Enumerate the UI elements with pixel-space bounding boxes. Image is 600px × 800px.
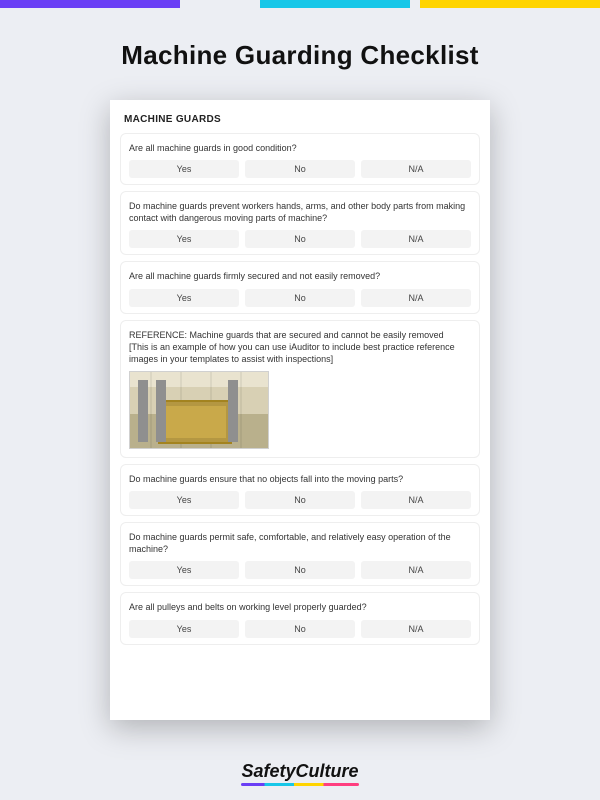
- question-text: Do machine guards prevent workers hands,…: [129, 200, 471, 224]
- reference-line1: REFERENCE: Machine guards that are secur…: [129, 330, 444, 340]
- stripe-gap: [180, 0, 260, 8]
- option-no[interactable]: No: [245, 289, 355, 307]
- reference-image: [129, 371, 269, 449]
- option-na[interactable]: N/A: [361, 230, 471, 248]
- question-block: Are all machine guards in good condition…: [120, 133, 480, 185]
- option-yes[interactable]: Yes: [129, 289, 239, 307]
- option-row: Yes No N/A: [129, 491, 471, 509]
- section-title: MACHINE GUARDS: [120, 110, 480, 133]
- footer-logo: SafetyCulture: [0, 761, 600, 782]
- option-no[interactable]: No: [245, 160, 355, 178]
- question-block: Are all machine guards firmly secured an…: [120, 261, 480, 313]
- option-row: Yes No N/A: [129, 230, 471, 248]
- option-na[interactable]: N/A: [361, 620, 471, 638]
- option-na[interactable]: N/A: [361, 561, 471, 579]
- option-na[interactable]: N/A: [361, 289, 471, 307]
- option-no[interactable]: No: [245, 620, 355, 638]
- option-yes[interactable]: Yes: [129, 491, 239, 509]
- question-block: Do machine guards permit safe, comfortab…: [120, 522, 480, 586]
- option-no[interactable]: No: [245, 491, 355, 509]
- option-row: Yes No N/A: [129, 289, 471, 307]
- question-text: Do machine guards permit safe, comfortab…: [129, 531, 471, 555]
- stripe-yellow: [420, 0, 600, 8]
- reference-block: REFERENCE: Machine guards that are secur…: [120, 320, 480, 458]
- option-row: Yes No N/A: [129, 561, 471, 579]
- option-no[interactable]: No: [245, 230, 355, 248]
- question-block: Are all pulleys and belts on working lev…: [120, 592, 480, 644]
- option-yes[interactable]: Yes: [129, 561, 239, 579]
- top-accent-stripe: [0, 0, 600, 8]
- question-block: Do machine guards ensure that no objects…: [120, 464, 480, 516]
- option-no[interactable]: No: [245, 561, 355, 579]
- question-text: Do machine guards ensure that no objects…: [129, 473, 471, 485]
- option-row: Yes No N/A: [129, 620, 471, 638]
- question-text: Are all machine guards in good condition…: [129, 142, 471, 154]
- question-text: Are all pulleys and belts on working lev…: [129, 601, 471, 613]
- brand-name: SafetyCulture: [241, 761, 358, 782]
- option-na[interactable]: N/A: [361, 160, 471, 178]
- stripe-cyan: [260, 0, 410, 8]
- reference-text: REFERENCE: Machine guards that are secur…: [129, 329, 471, 365]
- stripe-purple: [0, 0, 180, 8]
- option-na[interactable]: N/A: [361, 491, 471, 509]
- option-row: Yes No N/A: [129, 160, 471, 178]
- stripe-gap: [410, 0, 420, 8]
- page-title: Machine Guarding Checklist: [0, 40, 600, 71]
- option-yes[interactable]: Yes: [129, 160, 239, 178]
- option-yes[interactable]: Yes: [129, 620, 239, 638]
- question-text: Are all machine guards firmly secured an…: [129, 270, 471, 282]
- question-block: Do machine guards prevent workers hands,…: [120, 191, 480, 255]
- checklist-card: MACHINE GUARDS Are all machine guards in…: [110, 100, 490, 720]
- option-yes[interactable]: Yes: [129, 230, 239, 248]
- reference-line2: [This is an example of how you can use i…: [129, 342, 455, 364]
